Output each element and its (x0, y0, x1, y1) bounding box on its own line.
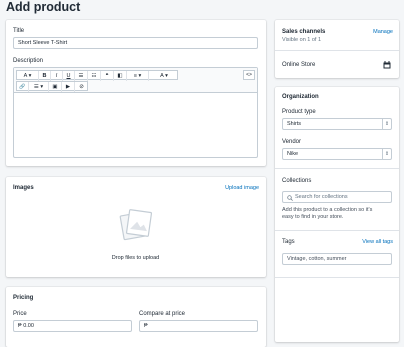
online-store-label: Online Store (282, 62, 316, 68)
visibility-text: Visible on 1 of 1 (282, 37, 322, 43)
html-toggle-button[interactable]: <> (243, 70, 255, 80)
table-button[interactable]: ☰ ▾ (29, 82, 49, 92)
search-icon (287, 194, 293, 201)
collections-help-line-2: easy to find in your store. (282, 214, 344, 220)
underline-button[interactable]: U (63, 71, 75, 81)
tags-heading: Tags (282, 239, 295, 245)
vendor-value: Nike (287, 151, 299, 157)
collections-help-text: Add this product to a collection so it's… (282, 207, 372, 221)
collections-search-placeholder: Search for collections (295, 194, 348, 200)
vendor-chevron-icon: ⇕ (382, 149, 391, 159)
collections-search-input[interactable]: Search for collections (282, 191, 392, 203)
collections-help-line-1: Add this product to a collection so it's (282, 207, 373, 213)
images-card: Images Upload image Drop files to upload (6, 177, 266, 277)
product-type-chevron-icon: ⇕ (382, 119, 391, 129)
calendar-icon[interactable] (383, 61, 391, 69)
images-heading: Images (13, 185, 34, 191)
tags-input[interactable]: Vintage, cotton, summer (282, 253, 392, 265)
description-label: Description (13, 58, 44, 64)
general-card: Title Short Sleeve T-Shirt Description A… (6, 20, 266, 166)
sales-channels-card: Sales channels Manage Visible on 1 of 1 … (275, 20, 399, 78)
org-divider-3 (275, 277, 399, 278)
video-icon[interactable]: ▶ (62, 82, 75, 92)
description-editor[interactable]: A ▾ B I U ☰ ☷ ❝ ◧ ≡ ▾ A ▾ <> 🔗 ☰ ▾ ▣ ▶ ⊘ (13, 67, 258, 158)
price-label: Price (13, 311, 27, 317)
link-icon[interactable]: 🔗 (17, 82, 29, 92)
pricing-card: Pricing Price ₱ 0.00 Compare at price ₱ (6, 287, 266, 347)
tags-placeholder: Vintage, cotton, summer (287, 256, 347, 262)
org-divider-2 (275, 230, 399, 231)
compare-price-input[interactable]: ₱ (139, 320, 258, 332)
product-type-value: Shirts (287, 121, 302, 127)
compare-price-label: Compare at price (139, 311, 186, 317)
organization-card: Organization Product type Shirts ⇕ Vendo… (275, 87, 399, 342)
pricing-heading: Pricing (13, 295, 34, 301)
price-input[interactable]: ₱ 0.00 (13, 320, 132, 332)
align-button[interactable]: ≡ ▾ (127, 71, 149, 81)
product-type-label: Product type (282, 109, 316, 115)
image-icon[interactable]: ▣ (49, 82, 62, 92)
sales-channels-heading: Sales channels (282, 29, 326, 35)
dropzone[interactable]: Drop files to upload (13, 199, 258, 271)
bulleted-list-button[interactable]: ☰ (75, 71, 88, 81)
indent-button[interactable]: ◧ (114, 71, 127, 81)
manage-link[interactable]: Manage (373, 28, 393, 36)
collections-heading: Collections (282, 178, 312, 184)
text-color-button[interactable]: A ▾ (149, 71, 179, 81)
view-all-tags-link[interactable]: View all tags (362, 238, 393, 246)
org-divider-1 (275, 168, 399, 169)
vendor-label: Vendor (282, 139, 302, 145)
organization-heading: Organization (282, 94, 319, 100)
page-title: Add product (6, 0, 81, 14)
title-input[interactable]: Short Sleeve T-Shirt (13, 37, 258, 49)
editor-toolbar: A ▾ B I U ☰ ☷ ❝ ◧ ≡ ▾ A ▾ <> 🔗 ☰ ▾ ▣ ▶ ⊘ (14, 68, 257, 93)
clear-format-icon[interactable]: ⊘ (75, 82, 88, 92)
upload-image-link[interactable]: Upload image (225, 184, 259, 192)
sales-divider (275, 50, 399, 51)
numbered-list-button[interactable]: ☷ (88, 71, 101, 81)
font-size-button[interactable]: A ▾ (17, 71, 39, 81)
product-type-select[interactable]: Shirts ⇕ (282, 118, 392, 130)
bold-button[interactable]: B (39, 71, 51, 81)
italic-button[interactable]: I (51, 71, 63, 81)
title-label: Title (13, 28, 25, 34)
image-placeholder-icon (119, 209, 153, 241)
vendor-select[interactable]: Nike ⇕ (282, 148, 392, 160)
drop-files-text: Drop files to upload (111, 255, 160, 261)
quote-button[interactable]: ❝ (101, 71, 114, 81)
